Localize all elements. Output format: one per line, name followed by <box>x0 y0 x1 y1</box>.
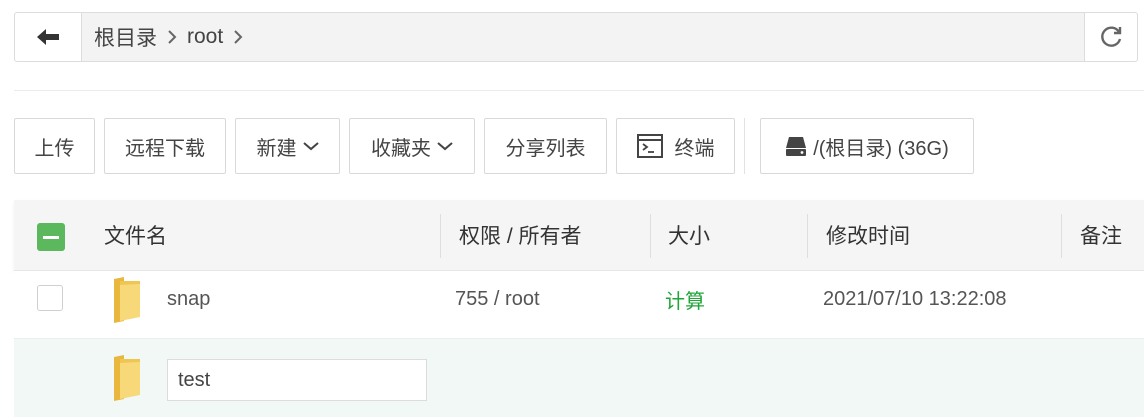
folder-icon <box>108 275 144 331</box>
remote-download-button[interactable]: 远程下载 <box>104 118 226 174</box>
chevron-down-icon <box>302 141 319 151</box>
column-divider <box>1061 214 1062 258</box>
table-row[interactable]: snap 755 / root 计算 2021/07/10 13:22:08 <box>14 271 1144 337</box>
calc-size-link[interactable]: 计算 <box>665 271 705 327</box>
favorites-button-label: 收藏夹 <box>371 137 431 160</box>
file-name[interactable]: snap <box>167 271 210 327</box>
chevron-right-icon <box>223 29 253 45</box>
row-checkbox[interactable] <box>37 285 63 311</box>
column-header-size[interactable]: 大小 <box>668 200 710 270</box>
chevron-down-icon <box>437 141 453 151</box>
breadcrumb: 根目录 root <box>82 13 1084 61</box>
share-list-button-label: 分享列表 <box>505 137 586 160</box>
folder-icon <box>108 353 144 409</box>
back-button[interactable] <box>15 13 82 61</box>
column-header-note[interactable]: 备注 <box>1080 200 1122 270</box>
disk-button-label: /(根目录) (36G) <box>813 137 949 160</box>
refresh-icon <box>1101 26 1122 47</box>
column-header-mtime[interactable]: 修改时间 <box>826 200 910 270</box>
select-all-checkbox[interactable] <box>37 223 65 251</box>
table-header: 文件名 权限 / 所有者 大小 修改时间 备注 <box>14 200 1144 271</box>
column-divider <box>807 214 808 258</box>
breadcrumb-item-root[interactable]: root <box>187 25 223 49</box>
refresh-button[interactable] <box>1084 13 1137 61</box>
terminal-icon <box>636 134 663 158</box>
modified-time: 2021/07/10 13:22:08 <box>823 287 1007 310</box>
new-button-label: 新建 <box>256 137 297 160</box>
toolbar: 上传 远程下载 新建 收藏夹 分享列表 终端 /(根目录) (36G) <box>14 118 983 174</box>
terminal-button-label: 终端 <box>674 137 715 160</box>
new-item-row <box>14 338 1144 417</box>
disk-button[interactable]: /(根目录) (36G) <box>760 118 974 174</box>
hard-drive-icon <box>785 135 807 157</box>
column-divider <box>650 214 651 258</box>
toolbar-divider <box>744 118 745 174</box>
upload-button[interactable]: 上传 <box>14 118 95 174</box>
terminal-button[interactable]: 终端 <box>616 118 735 174</box>
share-list-button[interactable]: 分享列表 <box>484 118 607 174</box>
new-dropdown-button[interactable]: 新建 <box>235 118 340 174</box>
column-header-perm-owner[interactable]: 权限 / 所有者 <box>459 200 582 270</box>
perm-owner[interactable]: 755 / root <box>455 271 540 327</box>
column-header-name[interactable]: 文件名 <box>104 200 167 270</box>
remote-download-button-label: 远程下载 <box>125 137 205 160</box>
arrow-left-icon <box>37 29 59 45</box>
chevron-right-icon <box>157 29 187 45</box>
upload-button-label: 上传 <box>34 137 75 160</box>
breadcrumb-item-root-dir[interactable]: 根目录 <box>94 22 157 52</box>
column-divider <box>440 214 441 258</box>
address-bar: 根目录 root <box>14 12 1138 62</box>
divider <box>14 90 1144 91</box>
new-folder-name-input[interactable] <box>167 359 427 401</box>
favorites-dropdown-button[interactable]: 收藏夹 <box>349 118 475 174</box>
